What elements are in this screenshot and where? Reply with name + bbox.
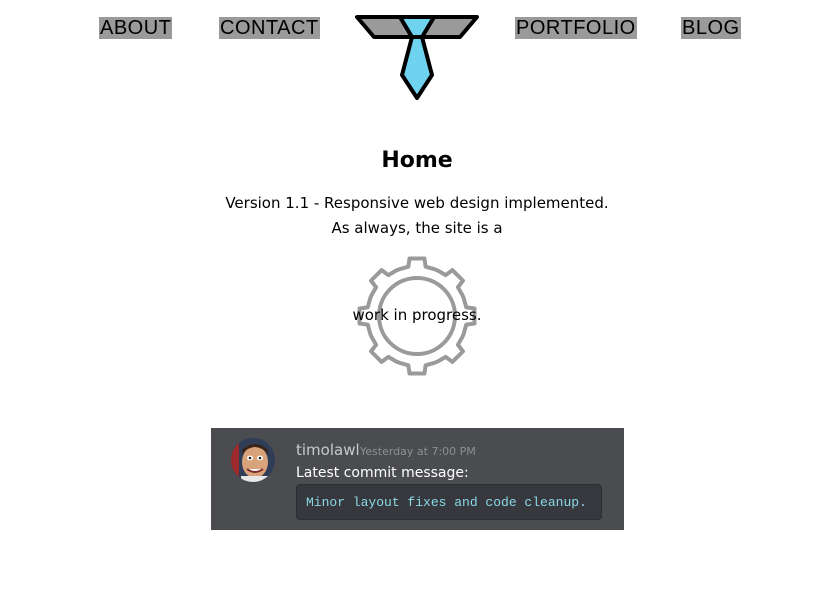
site-status-text: As always, the site is a xyxy=(331,219,503,237)
commit-card: timolawl Yesterday at 7:00 PM Latest com… xyxy=(211,428,624,530)
commit-message: Minor layout fixes and code cleanup. xyxy=(306,495,587,510)
avatar xyxy=(231,438,275,482)
nav-blog-link[interactable]: BLOG xyxy=(681,17,741,39)
page-title: Home xyxy=(381,148,453,173)
nav-about-link[interactable]: ABOUT xyxy=(99,17,173,39)
nav-contact-link[interactable]: CONTACT xyxy=(219,17,320,39)
nav-portfolio-link[interactable]: PORTFOLIO xyxy=(515,17,637,39)
commit-message-box: Minor layout fixes and code cleanup. xyxy=(296,484,602,520)
username[interactable]: timolawl xyxy=(296,441,360,459)
work-in-progress-text: work in progress. xyxy=(352,306,482,324)
commit-label: Latest commit message: xyxy=(296,465,469,481)
version-text: Version 1.1 - Responsive web design impl… xyxy=(225,194,609,212)
tie-logo-icon[interactable] xyxy=(354,15,480,101)
timestamp: Yesterday at 7:00 PM xyxy=(360,445,476,458)
